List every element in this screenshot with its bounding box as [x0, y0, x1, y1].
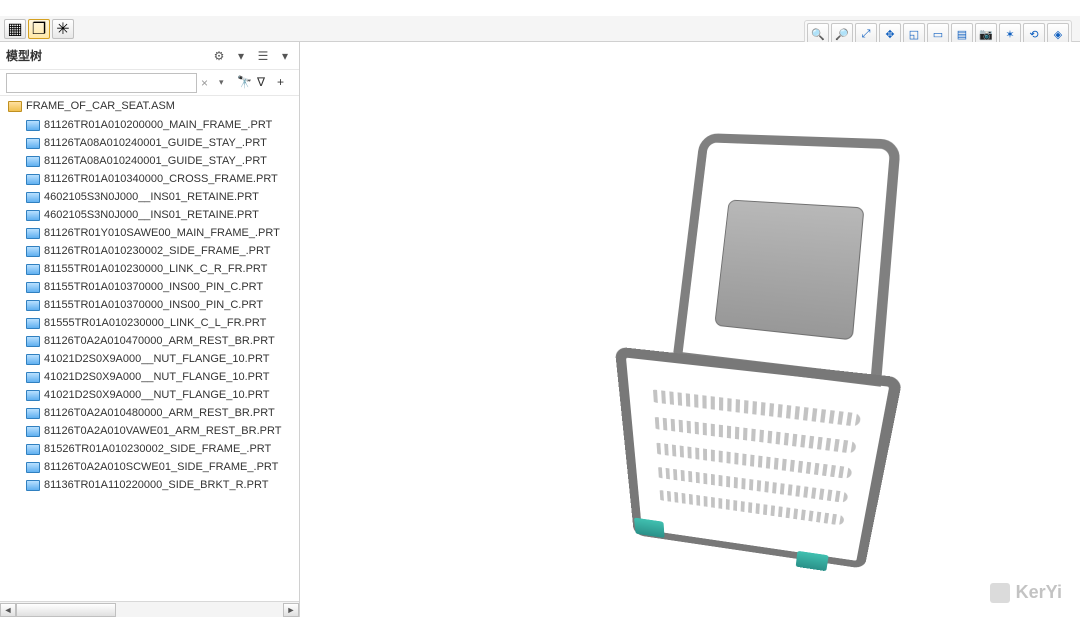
- settings-icon[interactable]: ⚙: [211, 48, 227, 64]
- part-icon: [26, 354, 40, 365]
- part-icon: [26, 408, 40, 419]
- tree-item-label: 81155TR01A010230000_LINK_C_R_FR.PRT: [44, 263, 267, 275]
- tree-item[interactable]: 41021D2S0X9A000__NUT_FLANGE_10.PRT: [0, 386, 299, 404]
- tree-item-label: 81126TA08A010240001_GUIDE_STAY_.PRT: [44, 155, 267, 167]
- tree-item-label: 41021D2S0X9A000__NUT_FLANGE_10.PRT: [44, 353, 269, 365]
- watermark-icon: [990, 583, 1010, 603]
- tree-item-label: 41021D2S0X9A000__NUT_FLANGE_10.PRT: [44, 371, 269, 383]
- tree-item[interactable]: 81155TR01A010370000_INS00_PIN_C.PRT: [0, 296, 299, 314]
- tree-item-label: 81555TR01A010230000_LINK_C_L_FR.PRT: [44, 317, 266, 329]
- tree-item[interactable]: 4602105S3N0J000__INS01_RETAINE.PRT: [0, 206, 299, 224]
- tree-item[interactable]: 81126TR01A010340000_CROSS_FRAME.PRT: [0, 170, 299, 188]
- part-icon: [26, 228, 40, 239]
- watermark-text: KerYi: [1016, 582, 1062, 603]
- watermark: KerYi: [990, 582, 1062, 603]
- part-icon: [26, 300, 40, 311]
- part-icon: [26, 264, 40, 275]
- tree-item[interactable]: 81126TA08A010240001_GUIDE_STAY_.PRT: [0, 134, 299, 152]
- tree-root-label: FRAME_OF_CAR_SEAT.ASM: [26, 100, 175, 112]
- tree-item-label: 81126TR01A010340000_CROSS_FRAME.PRT: [44, 173, 278, 185]
- tab-copy-icon[interactable]: ❐: [28, 19, 50, 39]
- add-icon[interactable]: +: [277, 75, 293, 91]
- part-icon: [26, 210, 40, 221]
- tree-item[interactable]: 81126T0A2A010SCWE01_SIDE_FRAME_.PRT: [0, 458, 299, 476]
- scroll-right-icon[interactable]: ►: [283, 603, 299, 617]
- options-icon[interactable]: ☰: [255, 48, 271, 64]
- tree-item-label: 41021D2S0X9A000__NUT_FLANGE_10.PRT: [44, 389, 269, 401]
- tree-item[interactable]: 41021D2S0X9A000__NUT_FLANGE_10.PRT: [0, 350, 299, 368]
- top-menu: m: [0, 0, 1080, 16]
- tree-item-label: 81126TA08A010240001_GUIDE_STAY_.PRT: [44, 137, 267, 149]
- tree-item-label: 81126T0A2A010VAWE01_ARM_REST_BR.PRT: [44, 425, 281, 437]
- tree-item-label: 4602105S3N0J000__INS01_RETAINE.PRT: [44, 209, 259, 221]
- tree-item-label: 81126T0A2A010480000_ARM_REST_BR.PRT: [44, 407, 275, 419]
- tree-item-label: 81126T0A2A010470000_ARM_REST_BR.PRT: [44, 335, 275, 347]
- tree-item[interactable]: 81126TA08A010240001_GUIDE_STAY_.PRT: [0, 152, 299, 170]
- tree-item[interactable]: 81126TR01Y010SAWE00_MAIN_FRAME_.PRT: [0, 224, 299, 242]
- tree-item[interactable]: 81155TR01A010370000_INS00_PIN_C.PRT: [0, 278, 299, 296]
- part-icon: [26, 480, 40, 491]
- clear-search-icon[interactable]: ×: [201, 76, 215, 90]
- tree-item[interactable]: 81555TR01A010230000_LINK_C_L_FR.PRT: [0, 314, 299, 332]
- part-icon: [26, 372, 40, 383]
- tree-item[interactable]: 81136TR01A110220000_SIDE_BRKT_R.PRT: [0, 476, 299, 494]
- tree-item-label: 81126TR01A010230002_SIDE_FRAME_.PRT: [44, 245, 270, 257]
- part-icon: [26, 336, 40, 347]
- scroll-thumb[interactable]: [16, 603, 116, 617]
- tree-item-label: 81126TR01A010200000_MAIN_FRAME_.PRT: [44, 119, 272, 131]
- part-icon: [26, 174, 40, 185]
- tree-item-label: 81526TR01A010230002_SIDE_FRAME_.PRT: [44, 443, 271, 455]
- part-icon: [26, 318, 40, 329]
- scroll-left-icon[interactable]: ◄: [0, 603, 16, 617]
- part-icon: [26, 246, 40, 257]
- part-icon: [26, 444, 40, 455]
- filter-icon[interactable]: ∇: [257, 75, 273, 91]
- tree-item[interactable]: 4602105S3N0J000__INS01_RETAINE.PRT: [0, 188, 299, 206]
- seat-frame-model: [580, 132, 940, 612]
- tree-item[interactable]: 81526TR01A010230002_SIDE_FRAME_.PRT: [0, 440, 299, 458]
- part-icon: [26, 462, 40, 473]
- tree-item[interactable]: 81126TR01A010200000_MAIN_FRAME_.PRT: [0, 116, 299, 134]
- part-icon: [26, 138, 40, 149]
- binoculars-icon[interactable]: 🔭: [237, 75, 253, 91]
- search-dropdown-icon[interactable]: ▾: [219, 77, 233, 88]
- tree-item-label: 81126T0A2A010SCWE01_SIDE_FRAME_.PRT: [44, 461, 278, 473]
- tab-new-icon[interactable]: ✳: [52, 19, 74, 39]
- tree-item-label: 81155TR01A010370000_INS00_PIN_C.PRT: [44, 299, 263, 311]
- tree-item[interactable]: 81126TR01A010230002_SIDE_FRAME_.PRT: [0, 242, 299, 260]
- 3d-viewport[interactable]: KerYi: [300, 42, 1080, 617]
- model-tree-panel: 模型树 ⚙ ▾ ☰ ▾ × ▾ 🔭 ∇ + FRAME_OF_CAR_SEAT.…: [0, 42, 300, 617]
- model-tree[interactable]: FRAME_OF_CAR_SEAT.ASM 81126TR01A01020000…: [0, 96, 299, 601]
- tree-item[interactable]: 81126T0A2A010480000_ARM_REST_BR.PRT: [0, 404, 299, 422]
- assembly-icon: [8, 101, 22, 112]
- sidebar-title: 模型树: [6, 47, 42, 64]
- part-icon: [26, 282, 40, 293]
- tree-item[interactable]: 81155TR01A010230000_LINK_C_R_FR.PRT: [0, 260, 299, 278]
- part-icon: [26, 156, 40, 167]
- h-scrollbar[interactable]: ◄ ►: [0, 601, 299, 617]
- list-icon[interactable]: ▾: [233, 48, 249, 64]
- tree-item-label: 81136TR01A110220000_SIDE_BRKT_R.PRT: [44, 479, 268, 491]
- tree-item[interactable]: 81126T0A2A010VAWE01_ARM_REST_BR.PRT: [0, 422, 299, 440]
- part-icon: [26, 120, 40, 131]
- tree-root[interactable]: FRAME_OF_CAR_SEAT.ASM: [0, 96, 299, 116]
- tree-item-label: 81126TR01Y010SAWE00_MAIN_FRAME_.PRT: [44, 227, 280, 239]
- search-input[interactable]: [6, 73, 197, 93]
- tree-item-label: 4602105S3N0J000__INS01_RETAINE.PRT: [44, 191, 259, 203]
- tab-layers-icon[interactable]: ▦: [4, 19, 26, 39]
- tree-item-label: 81155TR01A010370000_INS00_PIN_C.PRT: [44, 281, 263, 293]
- part-icon: [26, 390, 40, 401]
- part-icon: [26, 192, 40, 203]
- tree-item[interactable]: 81126T0A2A010470000_ARM_REST_BR.PRT: [0, 332, 299, 350]
- tree-item[interactable]: 41021D2S0X9A000__NUT_FLANGE_10.PRT: [0, 368, 299, 386]
- options-dd-icon[interactable]: ▾: [277, 48, 293, 64]
- part-icon: [26, 426, 40, 437]
